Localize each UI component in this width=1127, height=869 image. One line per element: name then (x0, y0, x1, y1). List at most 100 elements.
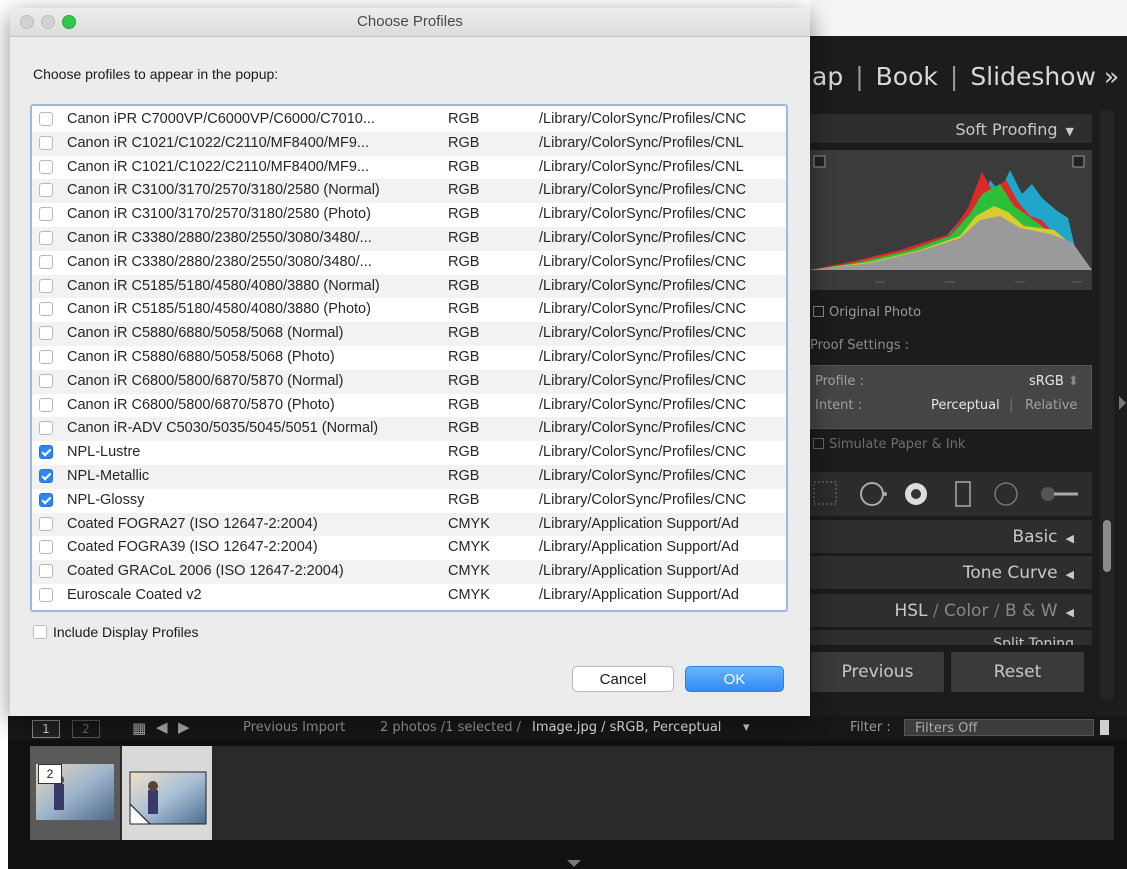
profile-row[interactable]: Canon iR C1021/C1022/C2110/MF8400/MF9...… (32, 156, 786, 180)
profile-path: /Library/ColorSync/Profiles/CNC (539, 396, 747, 413)
profile-path: /Library/ColorSync/Profiles/CNC (539, 229, 747, 246)
ok-button[interactable]: OK (685, 666, 784, 692)
back-arrow-icon[interactable]: ◀ (156, 718, 168, 736)
profile-row[interactable]: Canon iPR C7000VP/C6000VP/C6000/C7010...… (32, 108, 786, 132)
profile-row[interactable]: Canon iR C5880/6880/5058/5068 (Normal) RG… (32, 322, 786, 346)
cancel-button[interactable]: Cancel (572, 666, 674, 692)
thumbnail-1[interactable]: 2 (30, 746, 120, 840)
intent-perceptual[interactable]: Perceptual (931, 398, 1000, 413)
profile-checkbox[interactable] (39, 445, 53, 460)
soft-proofing-header[interactable]: Soft Proofing ▼ (810, 114, 1092, 144)
profile-row[interactable]: Coated FOGRA39 (ISO 12647-2:2004) CMYK/Li… (32, 536, 786, 560)
profile-row[interactable]: Canon iR C5185/5180/4580/4080/3880 (Norm… (32, 274, 786, 299)
grid-icon[interactable]: ▦ (132, 719, 146, 737)
include-display-profiles-checkbox[interactable] (33, 625, 47, 639)
profile-row[interactable]: Canon iR-ADV C5030/5035/5045/5051 (Norma… (32, 417, 786, 442)
hsl-panel-header[interactable]: HSL / Color / B & W ◀ (810, 594, 1092, 628)
profile-row[interactable]: Canon iR C6800/5800/6870/5870 (Normal) RG… (32, 369, 786, 394)
include-display-profiles-label: Include Display Profiles (53, 624, 199, 640)
profile-checkbox[interactable] (39, 516, 53, 531)
reset-button[interactable]: Reset (950, 651, 1085, 693)
profile-checkbox[interactable] (39, 349, 53, 364)
profile-checkbox[interactable] (39, 540, 53, 555)
profile-checkbox[interactable] (39, 278, 53, 293)
profile-name: Canon iR C3380/2880/2380/2550/3080/3480/… (67, 229, 372, 246)
profile-row[interactable]: Coated FOGRA27 (ISO 12647-2:2004) CMYK/Li… (32, 512, 786, 537)
simulate-checkbox[interactable] (813, 438, 824, 449)
forward-arrow-icon[interactable]: ▶ (178, 718, 190, 736)
profile-checkbox[interactable] (39, 564, 53, 579)
profile-color-space: RGB (448, 444, 480, 461)
split-toning-panel-header[interactable]: Split Toning (810, 630, 1092, 646)
split-toning-label: Split Toning (993, 636, 1074, 646)
basic-panel-header[interactable]: Basic ◀ (810, 520, 1092, 554)
panel-scroll-thumb[interactable] (1103, 520, 1111, 572)
profile-checkbox[interactable] (39, 421, 53, 436)
profile-row[interactable]: Canon iR C3380/2880/2380/2550/3080/3480/… (32, 251, 786, 275)
thumbnail-2-selected[interactable] (122, 746, 212, 840)
profile-row[interactable]: Canon iR C5880/6880/5058/5068 (Photo) RGB… (32, 346, 786, 370)
profile-name: Canon iR-ADV C5030/5035/5045/5051 (Norma… (67, 420, 379, 437)
profile-row[interactable]: Canon iR C1021/C1022/C2110/MF8400/MF9...… (32, 131, 786, 156)
profile-row[interactable]: Canon iR C3380/2880/2380/2550/3080/3480/… (32, 226, 786, 251)
profile-name: Canon iR C1021/C1022/C2110/MF8400/MF9... (67, 134, 369, 151)
profile-row[interactable]: NPL-Metallic RGB/Library/ColorSync/Profil… (32, 464, 786, 489)
crop-tool-icon (813, 481, 837, 505)
proof-settings-label: Proof Settings : (810, 338, 910, 353)
include-display-profiles-toggle[interactable]: Include Display Profiles (33, 624, 199, 640)
profile-checkbox[interactable] (39, 468, 53, 483)
profile-checkbox[interactable] (39, 326, 53, 341)
profile-checkbox[interactable] (39, 207, 53, 222)
color-tab[interactable]: Color (944, 601, 988, 621)
right-panel-toggle-icon[interactable] (1119, 396, 1126, 410)
profile-path: /Library/ColorSync/Profiles/CNC (539, 277, 747, 294)
profile-checkbox[interactable] (39, 397, 53, 412)
filter-select[interactable]: Filters Off (904, 719, 1094, 736)
profile-select[interactable]: sRGB ⬍ (1029, 374, 1079, 389)
profile-checkbox[interactable] (39, 135, 53, 150)
module-book[interactable]: Book (876, 62, 938, 91)
file-info[interactable]: Image.jpg / sRGB, Perceptual (532, 720, 721, 735)
filter-lock-icon[interactable] (1100, 720, 1109, 735)
profile-row[interactable]: NPL-Glossy RGB/Library/ColorSync/Profiles… (32, 489, 786, 513)
hsl-tab[interactable]: HSL (894, 601, 927, 621)
profile-checkbox[interactable] (39, 373, 53, 388)
filmstrip-toggle-icon[interactable] (567, 860, 581, 867)
module-map[interactable]: ap (812, 62, 843, 91)
profile-checkbox[interactable] (39, 183, 53, 198)
original-photo-toggle[interactable]: Original Photo (813, 305, 921, 320)
module-slideshow[interactable]: Slideshow (970, 62, 1096, 91)
profile-row[interactable]: Canon iR C3100/3170/2570/3180/2580 (Norm… (32, 179, 786, 204)
profile-checkbox[interactable] (39, 230, 53, 245)
tone-curve-panel-header[interactable]: Tone Curve ◀ (810, 556, 1092, 590)
panel-scrollbar[interactable] (1100, 110, 1114, 700)
profile-checkbox[interactable] (39, 254, 53, 269)
profile-row[interactable]: Canon iR C5185/5180/4580/4080/3880 (Phot… (32, 298, 786, 322)
display-2-button[interactable]: 2 (72, 720, 100, 738)
profile-color-space: RGB (448, 348, 480, 365)
original-photo-checkbox[interactable] (813, 306, 824, 317)
profile-checkbox[interactable] (39, 587, 53, 602)
profile-color-space: RGB (448, 158, 480, 175)
file-info-dropdown-icon[interactable]: ▾ (743, 720, 750, 735)
previous-button[interactable]: Previous (810, 651, 945, 693)
profile-checkbox[interactable] (39, 159, 53, 174)
more-modules-icon[interactable]: » (1104, 62, 1119, 91)
profile-checkbox[interactable] (39, 302, 53, 317)
intent-relative[interactable]: Relative (1025, 398, 1077, 413)
profile-row[interactable]: Canon iR C6800/5800/6870/5870 (Photo) RGB… (32, 394, 786, 418)
profiles-list[interactable]: Canon iPR C7000VP/C6000VP/C6000/C7010...… (30, 104, 788, 612)
bw-tab[interactable]: B & W (1005, 601, 1058, 621)
source-label[interactable]: Previous Import (243, 720, 345, 735)
display-1-button[interactable]: 1 (32, 720, 60, 738)
profile-checkbox[interactable] (39, 492, 53, 507)
simulate-paper-toggle[interactable]: Simulate Paper & Ink (813, 437, 965, 452)
profile-path: /Library/ColorSync/Profiles/CNC (539, 420, 747, 437)
profile-row[interactable]: Euroscale Coated v2 CMYK/Library/Applicat… (32, 584, 786, 608)
profile-row[interactable]: Canon iR C3100/3170/2570/3180/2580 (Phot… (32, 203, 786, 227)
profile-color-space: RGB (448, 325, 480, 342)
profile-row[interactable]: Coated GRACoL 2006 (ISO 12647-2:2004) CMY… (32, 560, 786, 584)
profile-checkbox[interactable] (39, 112, 53, 126)
profile-color-space: RGB (448, 111, 480, 127)
profile-row[interactable]: NPL-Lustre RGB/Library/ColorSync/Profiles… (32, 441, 786, 465)
